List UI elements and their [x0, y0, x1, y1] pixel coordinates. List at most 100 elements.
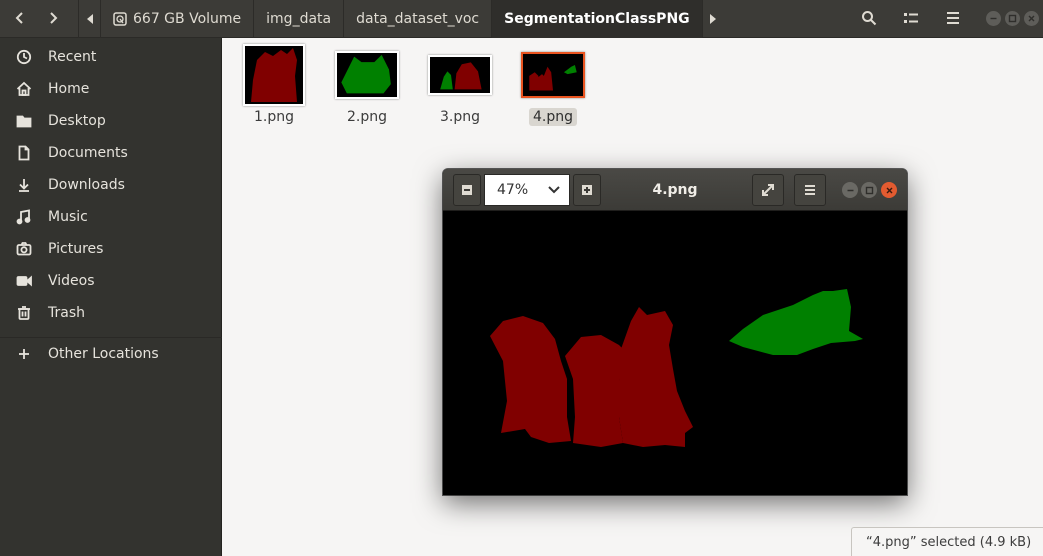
sidebar-item-home[interactable]: Home	[0, 74, 222, 104]
sidebar-item-label: Trash	[48, 305, 85, 321]
sidebar-item-recent[interactable]: Recent	[0, 42, 222, 72]
breadcrumb-current-folder[interactable]: SegmentationClassPNG	[491, 0, 702, 38]
viewer-maximize-button[interactable]	[861, 182, 877, 198]
video-icon	[0, 273, 48, 289]
sidebar-item-label: Downloads	[48, 177, 125, 193]
viewer-header-bar: 47% 4.png	[443, 169, 907, 211]
search-button[interactable]	[853, 3, 885, 33]
breadcrumb-data-dataset-voc[interactable]: data_dataset_voc	[343, 0, 491, 38]
sidebar: Recent Home Desktop Documents Downloads …	[0, 38, 222, 556]
close-button[interactable]	[1024, 11, 1039, 26]
chevron-down-icon	[548, 186, 560, 194]
sidebar-item-label: Videos	[48, 273, 95, 289]
sidebar-item-label: Home	[48, 81, 90, 97]
sidebar-item-documents[interactable]: Documents	[0, 138, 222, 168]
viewer-close-button[interactable]	[881, 182, 897, 198]
zoom-level-dropdown[interactable]: 47%	[484, 174, 570, 206]
back-button[interactable]	[4, 3, 36, 33]
breadcrumb-volume[interactable]: 667 GB Volume	[100, 0, 253, 38]
image-viewer-window: 47% 4.png	[443, 169, 907, 495]
image-thumbnail-icon	[335, 51, 399, 99]
breadcrumb-label: data_dataset_voc	[356, 11, 480, 27]
sidebar-item-music[interactable]: Music	[0, 202, 222, 232]
sidebar-item-label: Recent	[48, 49, 97, 65]
breadcrumb-scroll-left[interactable]	[78, 0, 100, 38]
sidebar-item-trash[interactable]: Trash	[0, 298, 222, 328]
forward-button[interactable]	[37, 3, 69, 33]
sidebar-item-label: Pictures	[48, 241, 104, 257]
maximize-button[interactable]	[1005, 11, 1020, 26]
document-icon	[0, 145, 48, 161]
viewer-minimize-button[interactable]	[842, 182, 858, 198]
menu-button[interactable]	[937, 3, 969, 33]
zoom-out-button[interactable]	[453, 174, 481, 206]
sidebar-item-pictures[interactable]: Pictures	[0, 234, 222, 264]
breadcrumb-label: 667 GB Volume	[133, 11, 242, 27]
view-options-button[interactable]	[895, 3, 927, 33]
music-icon	[0, 209, 48, 225]
list-view-icon	[904, 13, 918, 23]
breadcrumb-label: SegmentationClassPNG	[504, 11, 690, 27]
file-thumbnail	[242, 44, 306, 106]
minimize-icon	[990, 17, 997, 20]
file-name: 4.png	[528, 108, 577, 126]
sidebar-item-desktop[interactable]: Desktop	[0, 106, 222, 136]
minimize-icon	[847, 189, 853, 191]
file-item[interactable]: 1.png	[235, 44, 313, 130]
file-item[interactable]: 2.png	[328, 44, 406, 130]
close-icon	[886, 187, 892, 193]
sidebar-item-downloads[interactable]: Downloads	[0, 170, 222, 200]
breadcrumb: 667 GB Volume img_data data_dataset_voc …	[78, 0, 724, 38]
header-bar: 667 GB Volume img_data data_dataset_voc …	[0, 0, 1043, 38]
sidebar-item-label: Other Locations	[48, 346, 159, 362]
breadcrumb-img-data[interactable]: img_data	[253, 0, 343, 38]
breadcrumb-label: img_data	[266, 11, 332, 27]
maximize-icon	[1008, 14, 1017, 23]
sidebar-item-videos[interactable]: Videos	[0, 266, 222, 296]
image-thumbnail-icon	[521, 52, 585, 98]
file-thumbnail	[335, 44, 399, 106]
minimize-button[interactable]	[986, 11, 1001, 26]
file-thumbnail	[428, 44, 492, 106]
file-name: 2.png	[346, 109, 387, 125]
chevron-left-icon	[15, 12, 23, 24]
zoom-in-button[interactable]	[573, 174, 601, 206]
status-selection-label: “4.png” selected (4.9 kB)	[851, 527, 1043, 556]
clock-icon	[0, 49, 48, 65]
sidebar-item-label: Music	[48, 209, 88, 225]
hamburger-icon	[805, 185, 815, 195]
viewer-menu-button[interactable]	[794, 174, 826, 206]
breadcrumb-scroll-right[interactable]	[701, 0, 724, 38]
segment-dog-middle	[565, 335, 625, 447]
camera-icon	[0, 241, 48, 257]
image-thumbnail-icon	[243, 44, 305, 106]
file-thumbnail	[521, 44, 585, 106]
zoom-in-icon	[582, 185, 592, 195]
status-text: “4.png” selected (4.9 kB)	[866, 534, 1032, 550]
fullscreen-button[interactable]	[752, 174, 784, 206]
fullscreen-icon	[762, 184, 774, 196]
zoom-out-icon	[462, 185, 472, 195]
file-item-selected[interactable]: 4.png	[514, 44, 592, 130]
viewer-title: 4.png	[652, 182, 698, 198]
triangle-left-icon	[86, 14, 93, 24]
sidebar-item-other-locations[interactable]: Other Locations	[0, 339, 222, 369]
download-icon	[0, 177, 48, 193]
drive-icon	[113, 12, 127, 26]
trash-icon	[0, 305, 48, 321]
file-item[interactable]: 3.png	[421, 44, 499, 130]
file-name: 1.png	[253, 109, 294, 125]
plus-icon	[0, 347, 48, 361]
sidebar-item-label: Desktop	[48, 113, 106, 129]
sidebar-divider	[0, 337, 222, 338]
folder-icon	[0, 113, 48, 129]
sidebar-item-label: Documents	[48, 145, 128, 161]
triangle-right-icon	[710, 14, 717, 24]
segmentation-image	[443, 211, 907, 495]
zoom-level-value: 47%	[497, 182, 529, 198]
maximize-icon	[865, 186, 873, 194]
image-thumbnail-icon	[428, 55, 492, 95]
search-icon	[862, 11, 877, 26]
home-icon	[0, 81, 48, 97]
chevron-right-icon	[50, 12, 58, 24]
